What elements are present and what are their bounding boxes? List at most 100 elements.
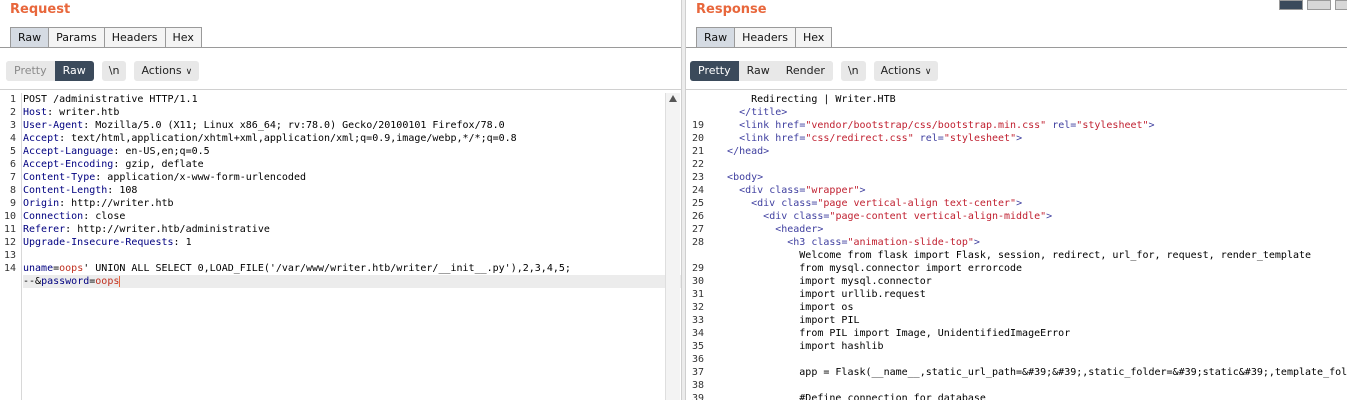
line-number: 10 <box>3 211 16 222</box>
response-pane: Response Raw Headers Hex Pretty Raw Rend… <box>686 0 1347 400</box>
param-value: oops <box>59 263 84 274</box>
response-tab-headers[interactable]: Headers <box>734 27 796 48</box>
header-name: Origin <box>23 198 60 209</box>
header-value: http://writer.htb <box>65 198 174 209</box>
line-number: 12 <box>3 237 16 248</box>
request-tab-params[interactable]: Params <box>48 27 105 48</box>
request-tab-hex[interactable]: Hex <box>164 27 202 48</box>
response-line: 21 </head> <box>692 145 1347 158</box>
line-number: 30 <box>691 276 704 287</box>
layout-tabs-icon[interactable] <box>1335 0 1347 10</box>
line-number: 19 <box>691 120 704 131</box>
request-line: 3 User-Agent: Mozilla/5.0 (X11; Linux x86… <box>10 119 681 132</box>
line-number: 28 <box>691 237 704 248</box>
line-number: 26 <box>691 211 704 222</box>
line-number: 25 <box>691 198 704 209</box>
line-number: 21 <box>691 146 704 157</box>
response-pretty-button[interactable]: Pretty <box>690 61 739 81</box>
request-tab-raw[interactable]: Raw <box>10 27 50 48</box>
line-number: 36 <box>691 354 704 365</box>
header-value: gzip, deflate <box>119 159 204 170</box>
response-line: 22 <box>692 158 1347 171</box>
request-actions-button[interactable]: Actions ∨ <box>134 61 200 81</box>
layout-horizontal-icon[interactable] <box>1307 0 1331 10</box>
response-actions-button[interactable]: Actions ∨ <box>873 61 939 81</box>
line-text: <header> <box>775 224 824 235</box>
line-number: 38 <box>691 380 704 391</box>
response-line: Redirecting | Writer.HTB <box>715 93 1347 106</box>
request-tab-headers[interactable]: Headers <box>103 27 166 48</box>
layout-controls <box>1279 0 1347 10</box>
scroll-up-icon[interactable] <box>669 95 677 102</box>
request-tabs: Raw Params Headers Hex <box>10 27 202 48</box>
line-text: <link href="vendor/bootstrap/css/bootstr… <box>739 120 1155 131</box>
request-line: 2 Host: writer.htb <box>10 106 681 119</box>
line-text: <h3 class="animation-slide-top"> <box>787 237 980 248</box>
request-title: Request <box>10 2 71 17</box>
layout-split-icon[interactable] <box>1279 0 1303 10</box>
request-line: 5 Accept-Language: en-US,en;q=0.5 <box>10 145 681 158</box>
response-newline-button[interactable]: \n <box>840 61 866 81</box>
line-number: 7 <box>9 172 16 183</box>
response-line: 23 <body> <box>692 171 1347 184</box>
chevron-down-icon: ∨ <box>185 67 193 77</box>
response-actions-label: Actions <box>880 64 921 77</box>
request-toolbar: Pretty Raw \n Actions ∨ <box>6 61 207 81</box>
header-value: http://writer.htb/administrative <box>71 224 270 235</box>
response-line: 24 <div class="wrapper"> <box>692 184 1347 197</box>
response-line: 28 <h3 class="animation-slide-top"> <box>692 236 1347 249</box>
request-body-line: 14 uname=oops' UNION ALL SELECT 0,LOAD_FI… <box>4 262 681 275</box>
param-value: -- <box>23 276 36 287</box>
line-number: 13 <box>3 250 16 261</box>
response-line: 31 import urllib.request <box>692 288 1347 301</box>
header-value: 108 <box>113 185 138 196</box>
response-tab-hex[interactable]: Hex <box>794 27 833 48</box>
request-editor[interactable]: 1 POST /administrative HTTP/1.1 2 Host: wri… <box>0 93 681 400</box>
response-tab-raw[interactable]: Raw <box>696 27 736 48</box>
header-value: close <box>89 211 126 222</box>
header-value: writer.htb <box>53 107 120 118</box>
line-text: <div class="page vertical-align text-cen… <box>751 198 1023 209</box>
header-name: User-Agent <box>23 120 84 131</box>
response-code[interactable]: Redirecting | Writer.HTB </title> 19 <lin… <box>692 93 1347 400</box>
header-value: 1 <box>179 237 192 248</box>
request-line: 9 Origin: http://writer.htb <box>10 197 681 210</box>
response-line: 35 import hashlib <box>692 340 1347 353</box>
line-number: 33 <box>691 315 704 326</box>
line-number: 11 <box>3 224 16 235</box>
request-code[interactable]: 1 POST /administrative HTTP/1.1 2 Host: wri… <box>4 93 681 400</box>
response-line: 19 <link href="vendor/bootstrap/css/boot… <box>692 119 1347 132</box>
response-render-button[interactable]: Render <box>777 61 833 81</box>
request-line: 8 Content-Length: 108 <box>10 184 681 197</box>
response-view-toggle: Pretty Raw Render <box>690 61 833 81</box>
response-raw-button[interactable]: Raw <box>738 61 778 81</box>
line-number: 9 <box>9 198 16 209</box>
request-line: 11 Referer: http://writer.htb/administrat… <box>4 223 681 236</box>
line-text: from PIL import Image, UnidentifiedImage… <box>715 328 1071 339</box>
request-line: 12 Upgrade-Insecure-Requests: 1 <box>4 236 681 249</box>
response-title: Response <box>696 2 767 17</box>
header-name: Content-Length <box>23 185 108 196</box>
request-scrollbar[interactable] <box>665 93 680 400</box>
request-newline-button[interactable]: \n <box>101 61 127 81</box>
request-pane: Request Raw Params Headers Hex Pretty Ra… <box>0 0 681 400</box>
line-text: <div class="page-content vertical-align-… <box>763 211 1053 222</box>
line-number: 6 <box>9 159 16 170</box>
header-name: Accept <box>23 133 60 144</box>
request-line: 1 POST /administrative HTTP/1.1 <box>10 93 681 106</box>
request-pretty-button[interactable]: Pretty <box>6 61 55 81</box>
line-number: 14 <box>3 263 16 274</box>
line-number: 24 <box>691 185 704 196</box>
line-text: <link href="css/redirect.css" rel="style… <box>739 133 1023 144</box>
response-line: 26 <div class="page-content vertical-ali… <box>692 210 1347 223</box>
request-line: 13 <box>4 249 681 262</box>
response-line: 32 import os <box>692 301 1347 314</box>
response-line: 34 from PIL import Image, UnidentifiedIm… <box>692 327 1347 340</box>
header-value: en-US,en;q=0.5 <box>119 146 210 157</box>
line-text: app = Flask(__name__,static_url_path=&#3… <box>715 367 1347 378</box>
response-editor[interactable]: Redirecting | Writer.HTB </title> 19 <lin… <box>686 93 1347 400</box>
text-cursor <box>119 275 121 287</box>
line-number: 5 <box>9 146 16 157</box>
request-raw-button[interactable]: Raw <box>54 61 94 81</box>
header-name: Host <box>23 107 48 118</box>
